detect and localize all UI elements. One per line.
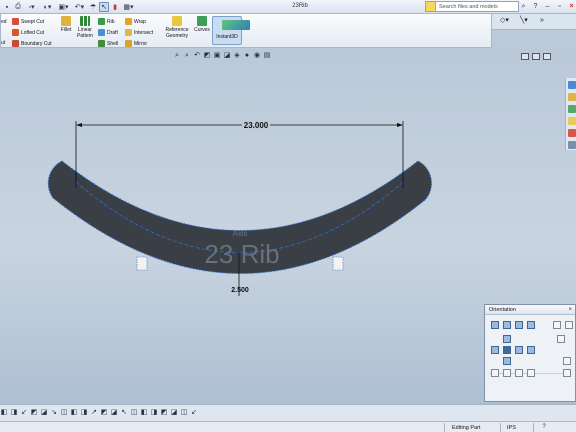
view-cube-icon[interactable]	[565, 321, 573, 329]
link-views-icon[interactable]	[563, 369, 571, 377]
single-view-icon[interactable]	[491, 369, 499, 377]
tool-15-icon[interactable]: ◧	[140, 409, 148, 417]
new-view-icon[interactable]	[491, 321, 499, 329]
orientation-pin-icon[interactable]: ×	[568, 305, 572, 315]
tool-13-icon[interactable]: ↖	[120, 409, 128, 417]
update-standard-views-icon[interactable]	[503, 321, 511, 329]
top-view-icon[interactable]	[503, 335, 511, 343]
back-view-icon[interactable]	[527, 346, 535, 354]
tool-20-icon[interactable]: ↙	[190, 409, 198, 417]
watermark-small-text: Axis	[232, 229, 247, 238]
tool-2-icon[interactable]: ◨	[10, 409, 18, 417]
tool-3-icon[interactable]: ↙	[20, 409, 28, 417]
tool-4-icon[interactable]: ◩	[30, 409, 38, 417]
tool-8-icon[interactable]: ◧	[70, 409, 78, 417]
units-selector[interactable]: IPS	[507, 425, 516, 431]
tool-6-icon[interactable]: ↘	[50, 409, 58, 417]
orientation-header: Orientation ×	[485, 305, 575, 315]
tool-18-icon[interactable]: ◪	[170, 409, 178, 417]
tool-9-icon[interactable]: ◨	[80, 409, 88, 417]
status-divider	[533, 423, 534, 432]
watermark-text: 23 Rib	[204, 239, 279, 269]
tool-5-icon[interactable]: ◪	[40, 409, 48, 417]
status-mode: Editing Part	[452, 425, 481, 431]
dimension-arrow-right	[397, 123, 403, 127]
tool-19-icon[interactable]: ◫	[180, 409, 188, 417]
reset-standard-views-icon[interactable]	[515, 321, 523, 329]
front-view-icon[interactable]	[503, 346, 511, 354]
width-dimension-value[interactable]: 23.000	[244, 121, 269, 130]
left-view-icon[interactable]	[491, 346, 499, 354]
dimension-arrow-left	[76, 123, 82, 127]
bottom-view-icon[interactable]	[503, 357, 511, 365]
tool-16-icon[interactable]: ◨	[150, 409, 158, 417]
tool-11-icon[interactable]: ◩	[100, 409, 108, 417]
status-bar: Editing Part IPS ?	[0, 421, 576, 432]
two-view-horizontal-icon[interactable]	[503, 369, 511, 377]
tool-1-icon[interactable]: ◧	[0, 409, 8, 417]
four-view-icon[interactable]	[527, 369, 535, 377]
rib-slot-right[interactable]	[332, 256, 344, 271]
help-icon[interactable]: ?	[540, 424, 548, 431]
tool-7-icon[interactable]: ◫	[60, 409, 68, 417]
tool-12-icon[interactable]: ◪	[110, 409, 118, 417]
width-dimension[interactable]: 23.000	[75, 120, 404, 188]
orientation-dialog: Orientation ×	[484, 304, 576, 402]
isometric-axis-icon[interactable]	[563, 357, 571, 365]
status-divider	[444, 423, 445, 432]
bottom-toolbar-icons: ◧ ◨ ↙ ◩ ◪ ↘ ◫ ◧ ◨ ↗ ◩ ◪ ↖ ◫ ◧ ◨ ◩ ◪ ◫ ↙	[0, 409, 198, 417]
normal-to-icon[interactable]	[557, 335, 565, 343]
status-divider	[500, 423, 501, 432]
rib-slot-left[interactable]	[136, 256, 148, 271]
thickness-dimension-value[interactable]: 2.500	[231, 287, 249, 294]
pin-dialog-icon[interactable]	[553, 321, 561, 329]
tool-17-icon[interactable]: ◩	[160, 409, 168, 417]
right-view-icon[interactable]	[515, 346, 523, 354]
tool-14-icon[interactable]: ◫	[130, 409, 138, 417]
two-view-vertical-icon[interactable]	[515, 369, 523, 377]
orientation-title: Orientation	[489, 307, 516, 313]
tool-10-icon[interactable]: ↗	[90, 409, 98, 417]
view-selector-icon[interactable]	[527, 321, 535, 329]
